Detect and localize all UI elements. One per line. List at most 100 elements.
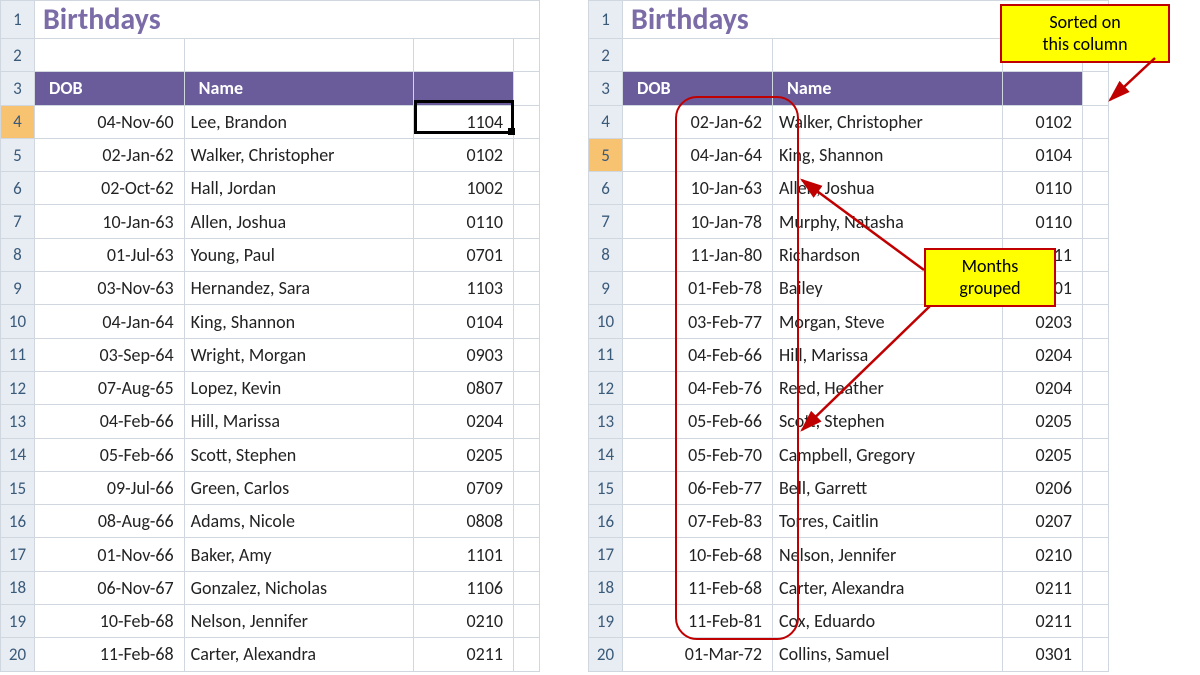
cell-name[interactable]: Scott, Stephen xyxy=(184,438,414,471)
cell[interactable] xyxy=(1083,605,1109,638)
row-header[interactable]: 17 xyxy=(1,538,35,571)
cell-code[interactable]: 0211 xyxy=(1003,605,1083,638)
row-header[interactable]: 2 xyxy=(589,39,623,72)
cell-name[interactable]: Reed, Heather xyxy=(773,371,1003,404)
cell[interactable] xyxy=(34,39,184,72)
cell-name[interactable]: Lopez, Kevin xyxy=(184,371,414,404)
cell-name[interactable]: Young, Paul xyxy=(184,238,414,271)
cell[interactable] xyxy=(514,571,540,604)
row-header[interactable]: 5 xyxy=(1,138,35,171)
cell-dob[interactable]: 07-Feb-83 xyxy=(623,505,773,538)
cell-code[interactable]: 0110 xyxy=(1003,172,1083,205)
cell-code[interactable]: 0110 xyxy=(414,205,514,238)
row-header[interactable]: 9 xyxy=(589,272,623,305)
cell-dob[interactable]: 01-Feb-78 xyxy=(623,272,773,305)
cell-name[interactable]: Scott, Stephen xyxy=(773,405,1003,438)
grid-right[interactable]: 1Birthdays23DOBName402-Jan-62Walker, Chr… xyxy=(588,0,1109,672)
cell-dob[interactable]: 05-Feb-66 xyxy=(34,438,184,471)
row-header[interactable]: 15 xyxy=(1,471,35,504)
cell-code[interactable]: 0807 xyxy=(414,371,514,404)
cell-code[interactable]: 0204 xyxy=(414,405,514,438)
row-header[interactable]: 14 xyxy=(1,438,35,471)
cell-dob[interactable]: 06-Nov-67 xyxy=(34,571,184,604)
cell-dob[interactable]: 02-Jan-62 xyxy=(623,105,773,138)
row-header[interactable]: 10 xyxy=(1,305,35,338)
cell[interactable] xyxy=(514,538,540,571)
cell[interactable] xyxy=(514,305,540,338)
cell-name[interactable]: Wright, Morgan xyxy=(184,338,414,371)
cell[interactable] xyxy=(773,39,1003,72)
row-header[interactable]: 8 xyxy=(589,238,623,271)
cell-name[interactable]: Walker, Christopher xyxy=(773,105,1003,138)
cell[interactable] xyxy=(1083,471,1109,504)
cell-dob[interactable]: 09-Jul-66 xyxy=(34,471,184,504)
row-header[interactable]: 1 xyxy=(589,1,623,39)
cell-name[interactable]: Nelson, Jennifer xyxy=(184,605,414,638)
cell-dob[interactable]: 04-Feb-66 xyxy=(34,405,184,438)
row-header[interactable]: 10 xyxy=(589,305,623,338)
cell[interactable] xyxy=(1083,505,1109,538)
cell[interactable] xyxy=(514,605,540,638)
cell-code[interactable]: 0205 xyxy=(414,438,514,471)
cell-code[interactable]: 0203 xyxy=(1003,305,1083,338)
cell[interactable] xyxy=(1083,205,1109,238)
cell-dob[interactable]: 04-Nov-60 xyxy=(34,105,184,138)
cell-dob[interactable]: 11-Jan-80 xyxy=(623,238,773,271)
cell-dob[interactable]: 10-Jan-78 xyxy=(623,205,773,238)
cell[interactable] xyxy=(514,39,540,72)
column-header-name[interactable]: Name xyxy=(184,72,414,105)
cell[interactable] xyxy=(514,338,540,371)
cell-name[interactable]: Walker, Christopher xyxy=(184,138,414,171)
row-header[interactable]: 1 xyxy=(1,1,35,39)
cell[interactable] xyxy=(514,438,540,471)
row-header[interactable]: 18 xyxy=(589,571,623,604)
cell-code[interactable]: 1106 xyxy=(414,571,514,604)
grid-left[interactable]: 1Birthdays23DOBName404-Nov-60Lee, Brando… xyxy=(0,0,540,672)
cell[interactable] xyxy=(1083,438,1109,471)
cell[interactable] xyxy=(514,138,540,171)
cell-dob[interactable]: 02-Oct-62 xyxy=(34,172,184,205)
cell[interactable] xyxy=(514,405,540,438)
cell-code[interactable]: 1103 xyxy=(414,272,514,305)
cell-name[interactable]: Baker, Amy xyxy=(184,538,414,571)
cell-name[interactable]: Allen, Joshua xyxy=(184,205,414,238)
cell-name[interactable]: Carter, Alexandra xyxy=(184,638,414,671)
cell[interactable] xyxy=(1083,105,1109,138)
cell-code[interactable]: 0205 xyxy=(1003,438,1083,471)
cell[interactable] xyxy=(1083,272,1109,305)
column-header-dob[interactable]: DOB xyxy=(34,72,184,105)
cell[interactable] xyxy=(514,72,540,105)
cell-dob[interactable]: 07-Aug-65 xyxy=(34,371,184,404)
row-header[interactable]: 3 xyxy=(1,72,35,105)
cell-code[interactable]: 1104 xyxy=(414,105,514,138)
row-header[interactable]: 20 xyxy=(1,638,35,671)
cell-name[interactable]: Collins, Samuel xyxy=(773,638,1003,671)
row-header[interactable]: 19 xyxy=(589,605,623,638)
column-header-code[interactable] xyxy=(414,72,514,105)
cell-code[interactable]: 0210 xyxy=(414,605,514,638)
row-header[interactable]: 11 xyxy=(1,338,35,371)
cell-code[interactable]: 1101 xyxy=(414,538,514,571)
row-header[interactable]: 2 xyxy=(1,39,35,72)
row-header[interactable]: 6 xyxy=(1,172,35,205)
cell-dob[interactable]: 04-Jan-64 xyxy=(34,305,184,338)
row-header[interactable]: 11 xyxy=(589,338,623,371)
cell-dob[interactable]: 05-Feb-66 xyxy=(623,405,773,438)
row-header[interactable]: 13 xyxy=(589,405,623,438)
cell-name[interactable]: King, Shannon xyxy=(184,305,414,338)
cell-name[interactable]: Allen, Joshua xyxy=(773,172,1003,205)
cell-code[interactable]: 0104 xyxy=(414,305,514,338)
cell-name[interactable]: Bell, Garrett xyxy=(773,471,1003,504)
row-header[interactable]: 16 xyxy=(589,505,623,538)
cell[interactable] xyxy=(1083,571,1109,604)
cell-code[interactable]: 0102 xyxy=(414,138,514,171)
row-header[interactable]: 14 xyxy=(589,438,623,471)
cell-code[interactable]: 0204 xyxy=(1003,371,1083,404)
cell-code[interactable]: 0211 xyxy=(1003,571,1083,604)
row-header[interactable]: 19 xyxy=(1,605,35,638)
cell-dob[interactable]: 03-Nov-63 xyxy=(34,272,184,305)
cell-code[interactable]: 0301 xyxy=(1003,638,1083,671)
cell[interactable] xyxy=(1083,305,1109,338)
cell[interactable] xyxy=(623,39,773,72)
row-header[interactable]: 16 xyxy=(1,505,35,538)
